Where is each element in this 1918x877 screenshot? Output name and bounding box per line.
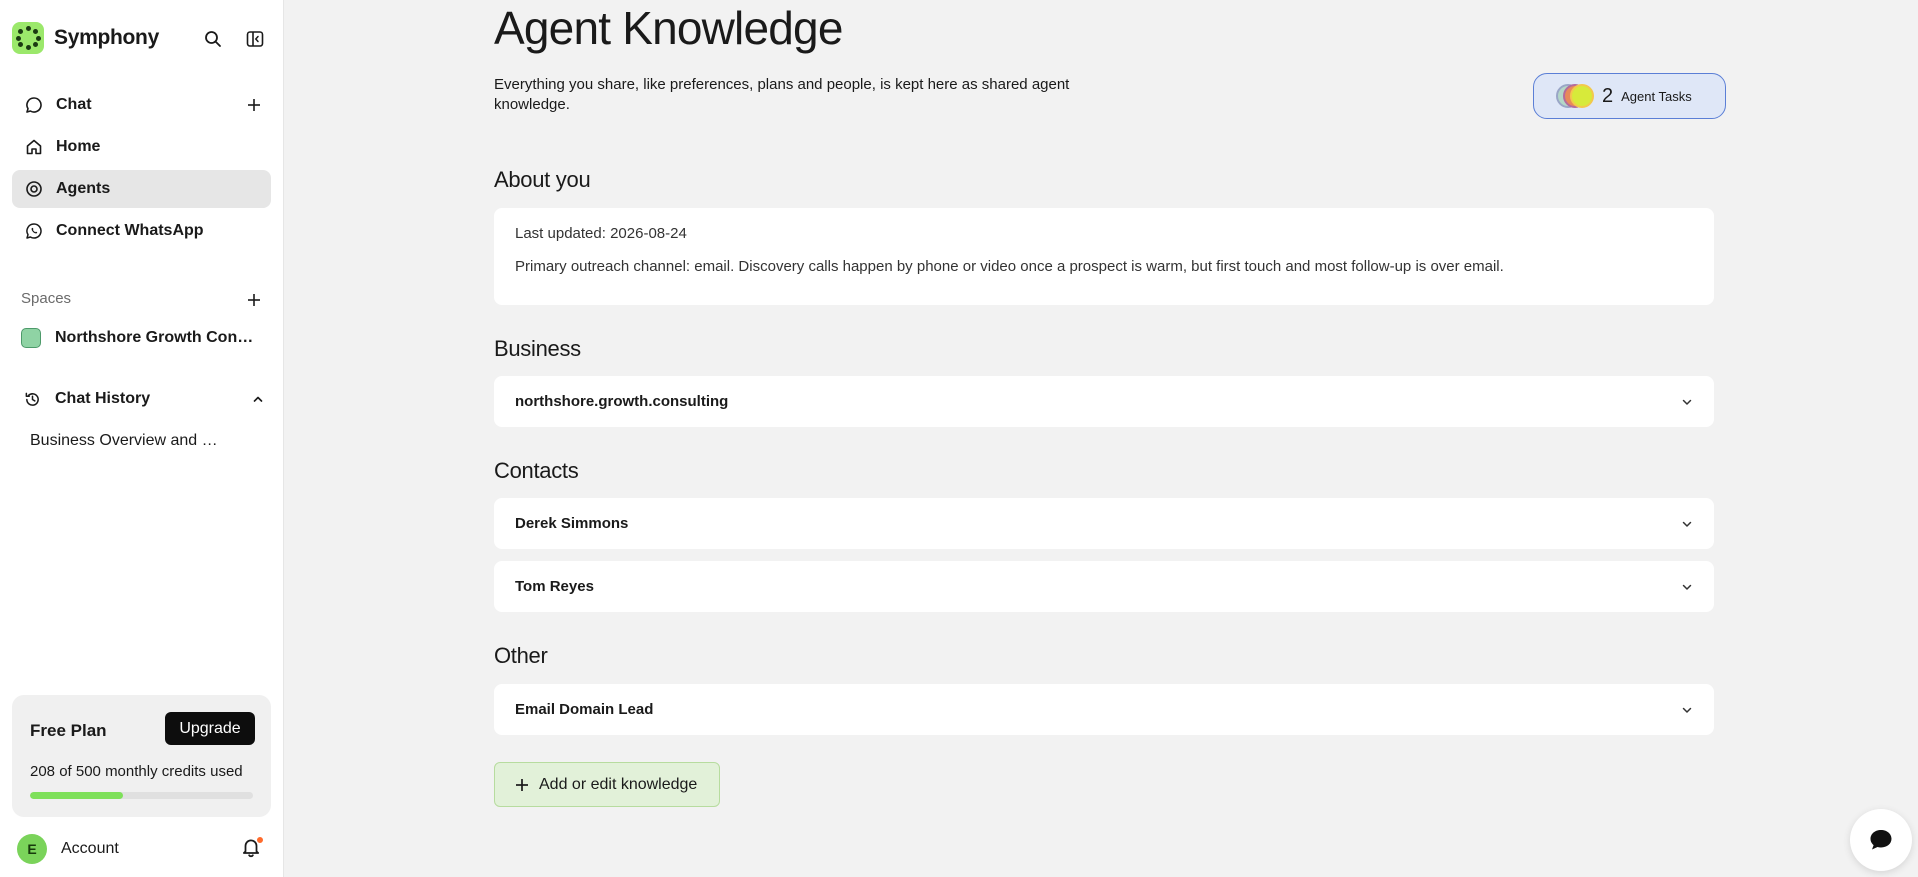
support-chat-button[interactable] bbox=[1850, 809, 1912, 871]
chat-bubble-icon bbox=[1870, 830, 1892, 850]
about-text: Primary outreach channel: email. Discove… bbox=[515, 258, 1504, 275]
chat-history-label: Chat History bbox=[55, 390, 151, 407]
nav-item-agents[interactable]: Agents bbox=[12, 170, 271, 208]
chevron-down-icon bbox=[1682, 521, 1692, 527]
symphony-logo-icon bbox=[12, 22, 44, 54]
brand-name: Symphony bbox=[54, 26, 159, 49]
section-title-contacts: Contacts bbox=[494, 458, 579, 483]
plan-name: Free Plan bbox=[30, 721, 107, 740]
section-title-about: About you bbox=[494, 167, 591, 192]
nav-label: Chat bbox=[56, 96, 92, 113]
space-item[interactable]: Northshore Growth Consulting bbox=[21, 328, 261, 348]
collapse-sidebar-icon[interactable] bbox=[244, 28, 266, 50]
credits-usage-text: 208 of 500 monthly credits used bbox=[30, 763, 243, 780]
agents-icon bbox=[26, 181, 42, 197]
history-icon bbox=[25, 392, 39, 406]
plus-icon bbox=[516, 778, 528, 791]
credits-progress-bar bbox=[30, 792, 253, 799]
contact-accordion-item[interactable]: Tom Reyes bbox=[494, 561, 1714, 612]
chevron-down-icon bbox=[1682, 707, 1692, 713]
add-space-button[interactable] bbox=[244, 290, 264, 310]
chat-history-item[interactable]: Business Overview and Goals bbox=[30, 432, 230, 450]
accordion-label: northshore.growth.consulting bbox=[515, 393, 729, 410]
home-icon bbox=[26, 139, 42, 155]
chevron-down-icon bbox=[1682, 584, 1692, 590]
spaces-label: Spaces bbox=[21, 290, 72, 307]
page-subtitle: Everything you share, like preferences, … bbox=[494, 76, 1070, 113]
contact-accordion-item[interactable]: Derek Simmons bbox=[494, 498, 1714, 549]
search-icon[interactable] bbox=[202, 28, 224, 50]
last-updated-text: Last updated: 2026-08-24 bbox=[515, 225, 687, 242]
avatar: E bbox=[17, 834, 47, 864]
agent-tasks-button[interactable]: 2 Agent Tasks bbox=[1533, 73, 1726, 119]
page-title: Agent Knowledge bbox=[494, 2, 843, 54]
plan-card: Free Plan Upgrade 208 of 500 monthly cre… bbox=[12, 695, 271, 817]
upgrade-button[interactable]: Upgrade bbox=[165, 712, 255, 745]
new-chat-button[interactable] bbox=[244, 95, 264, 115]
agent-tasks-count: 2 bbox=[1602, 84, 1614, 107]
agent-tasks-label: Agent Tasks bbox=[1621, 88, 1692, 104]
sidebar: Symphony Chat Home Agents Connect WhatsA… bbox=[0, 0, 284, 877]
account-button[interactable]: E Account bbox=[17, 834, 267, 864]
whatsapp-icon bbox=[26, 223, 42, 239]
chevron-up-icon bbox=[253, 396, 263, 402]
nav-label: Agents bbox=[56, 180, 111, 197]
chat-history-toggle[interactable]: Chat History bbox=[24, 390, 264, 408]
add-edit-knowledge-button[interactable]: Add or edit knowledge bbox=[494, 762, 720, 807]
account-label: Account bbox=[61, 840, 119, 857]
notification-dot bbox=[256, 836, 264, 844]
business-accordion-item[interactable]: northshore.growth.consulting bbox=[494, 376, 1714, 427]
add-edit-knowledge-label: Add or edit knowledge bbox=[539, 775, 698, 793]
other-accordion-item[interactable]: Email Domain Lead bbox=[494, 684, 1714, 735]
chat-bubble-icon bbox=[26, 97, 42, 113]
accordion-label: Derek Simmons bbox=[515, 515, 629, 532]
section-title-business: Business bbox=[494, 336, 581, 361]
space-name: Northshore Growth Consulting bbox=[55, 329, 260, 346]
nav-item-chat[interactable]: Chat bbox=[12, 86, 271, 124]
nav-item-home[interactable]: Home bbox=[12, 128, 271, 166]
about-card: Last updated: 2026-08-24 Primary outreac… bbox=[494, 208, 1714, 305]
agent-orbs-icon bbox=[1556, 83, 1594, 109]
credits-progress-fill bbox=[30, 792, 123, 799]
space-avatar bbox=[21, 328, 41, 348]
nav-item-connect-whatsapp[interactable]: Connect WhatsApp bbox=[12, 212, 271, 250]
section-title-other: Other bbox=[494, 643, 548, 668]
nav-label: Connect WhatsApp bbox=[56, 222, 204, 239]
accordion-label: Email Domain Lead bbox=[515, 701, 654, 718]
notifications-bell-icon[interactable] bbox=[240, 836, 264, 860]
accordion-label: Tom Reyes bbox=[515, 578, 594, 595]
nav-label: Home bbox=[56, 138, 101, 155]
chevron-down-icon bbox=[1682, 399, 1692, 405]
brand[interactable]: Symphony bbox=[12, 22, 159, 54]
